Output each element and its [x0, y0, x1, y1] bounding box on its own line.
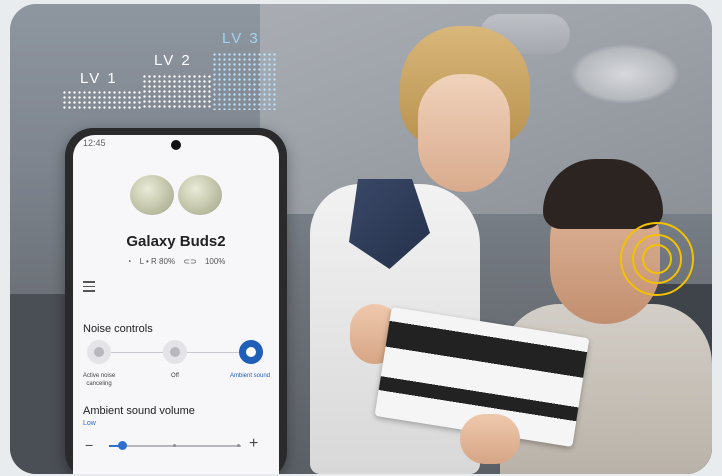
buds-battery-icon: ◔ — [126, 257, 132, 266]
slider-thumb[interactable] — [118, 441, 127, 450]
volume-decrease-button[interactable]: − — [85, 437, 93, 453]
flight-attendant-face — [418, 74, 510, 192]
slider-tick — [237, 444, 240, 447]
off-option-button[interactable] — [163, 340, 187, 364]
ambient-volume-slider[interactable] — [109, 441, 241, 450]
noise-controls-title: Noise controls — [83, 323, 153, 335]
off-icon — [170, 347, 180, 357]
anc-option-label: Active noise canceling — [82, 373, 116, 387]
battery-status: ◔ L • R 80% ⊂⊃ 100% — [73, 257, 279, 266]
ambient-volume-level: Low — [83, 420, 96, 427]
cabin-light — [570, 44, 680, 104]
ambient-option-label: Ambient sound — [229, 373, 271, 379]
ambient-option-button[interactable] — [239, 340, 263, 364]
earbud-left-image — [130, 175, 174, 215]
volume-increase-button[interactable]: + — [249, 435, 258, 453]
off-option-label: Off — [171, 373, 179, 379]
level-3-label: LV 3 — [222, 30, 260, 47]
level-1-label: LV 1 — [80, 70, 118, 87]
front-camera — [171, 140, 181, 150]
slider-tick — [173, 444, 176, 447]
hand-right — [460, 414, 520, 464]
ambient-icon — [246, 347, 256, 357]
phone-screen: 12:45 Galaxy Buds2 ◔ L • R 80% ⊂⊃ 100% N… — [73, 135, 279, 474]
ambient-sound-rings-icon — [620, 222, 694, 296]
level-1-bar — [62, 90, 142, 110]
ambient-volume-title: Ambient sound volume — [83, 405, 195, 417]
buds-battery-value: L • R 80% — [139, 257, 176, 266]
status-time: 12:45 — [83, 138, 106, 148]
anc-icon — [94, 347, 104, 357]
phone-mockup: 12:45 Galaxy Buds2 ◔ L • R 80% ⊂⊃ 100% N… — [65, 128, 287, 474]
menu-icon[interactable] — [83, 281, 95, 292]
device-name: Galaxy Buds2 — [126, 233, 226, 250]
case-battery-icon: ⊂⊃ — [183, 257, 197, 266]
level-3-bar — [212, 52, 277, 110]
level-2-label: LV 2 — [154, 52, 192, 69]
hero-image: LV 1 LV 2 LV 3 12:45 Galaxy Buds2 ◔ L • … — [10, 4, 712, 474]
case-battery-value: 100% — [204, 257, 226, 266]
earbud-right-image — [178, 175, 222, 215]
level-2-bar — [142, 74, 212, 110]
anc-option-button[interactable] — [87, 340, 111, 364]
